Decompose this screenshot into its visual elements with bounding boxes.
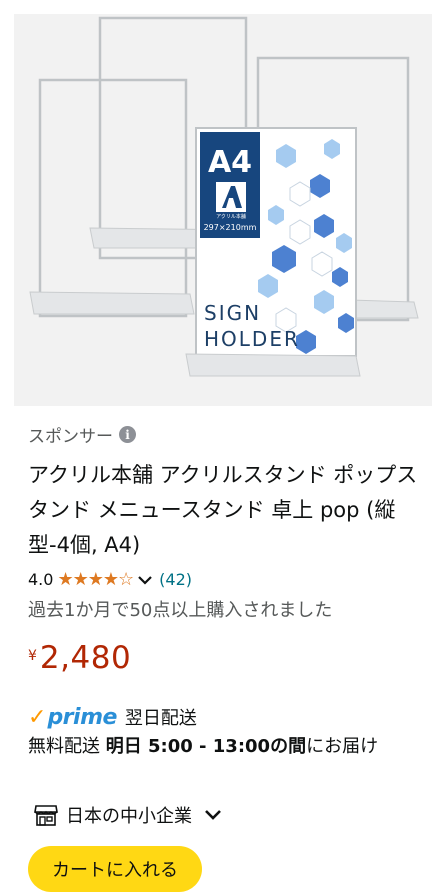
prime-check-icon: ✓ (28, 704, 47, 730)
product-card[interactable]: A4 アクリル本舗 297×210mm SIGN HOLDER スポンサー i … (14, 14, 432, 892)
store-icon (34, 805, 58, 826)
small-business-label: 日本の中小企業 (66, 806, 192, 827)
price-amount: 2,480 (39, 640, 132, 676)
bought-count-text: 過去1か月で50点以上購入されました (28, 600, 333, 621)
product-title[interactable]: アクリル本舗 アクリルスタンド ポップスタンド メニュースタンド 卓上 pop … (28, 458, 420, 563)
sponsored-label[interactable]: スポンサー i (28, 422, 136, 447)
info-icon[interactable]: i (119, 426, 136, 443)
shipping-info: 無料配送 明日 5:00 - 13:00の間にお届け (28, 732, 428, 762)
sign-dimensions-text: 297×210mm (204, 223, 257, 232)
sign-size-text: A4 (208, 145, 252, 180)
star-rating-icon[interactable]: ★★★★☆ (57, 569, 134, 590)
shipping-prefix: 無料配送 (28, 736, 106, 757)
shipping-suffix: にお届け (306, 736, 379, 757)
add-to-cart-button[interactable]: カートに入れる (28, 846, 202, 892)
sign-line2-text: HOLDER (204, 327, 300, 351)
rating-value: 4.0 (28, 570, 54, 589)
chevron-down-icon[interactable] (137, 575, 153, 585)
price: ¥ 2,480 (28, 640, 131, 676)
sponsored-text: スポンサー (28, 427, 113, 447)
shipping-time: 明日 5:00 - 13:00の間 (105, 736, 307, 757)
product-image[interactable]: A4 アクリル本舗 297×210mm SIGN HOLDER (14, 14, 432, 406)
sign-line1-text: SIGN (204, 301, 261, 325)
prime-logo: prime (47, 704, 117, 730)
review-count-link[interactable]: (42) (159, 570, 192, 589)
prime-delivery-text: 翌日配送 (124, 708, 197, 729)
chevron-down-icon[interactable] (204, 809, 222, 821)
acrylic-stand-illustration: A4 アクリル本舗 297×210mm SIGN HOLDER (29, 16, 419, 377)
prime-delivery: ✓ prime 翌日配送 (28, 704, 197, 730)
currency-symbol: ¥ (28, 648, 37, 664)
rating-row[interactable]: 4.0 ★★★★☆ (42) (28, 569, 192, 590)
sign-brand-text: アクリル本舗 (216, 213, 246, 220)
small-business-badge[interactable]: 日本の中小企業 (34, 802, 222, 828)
